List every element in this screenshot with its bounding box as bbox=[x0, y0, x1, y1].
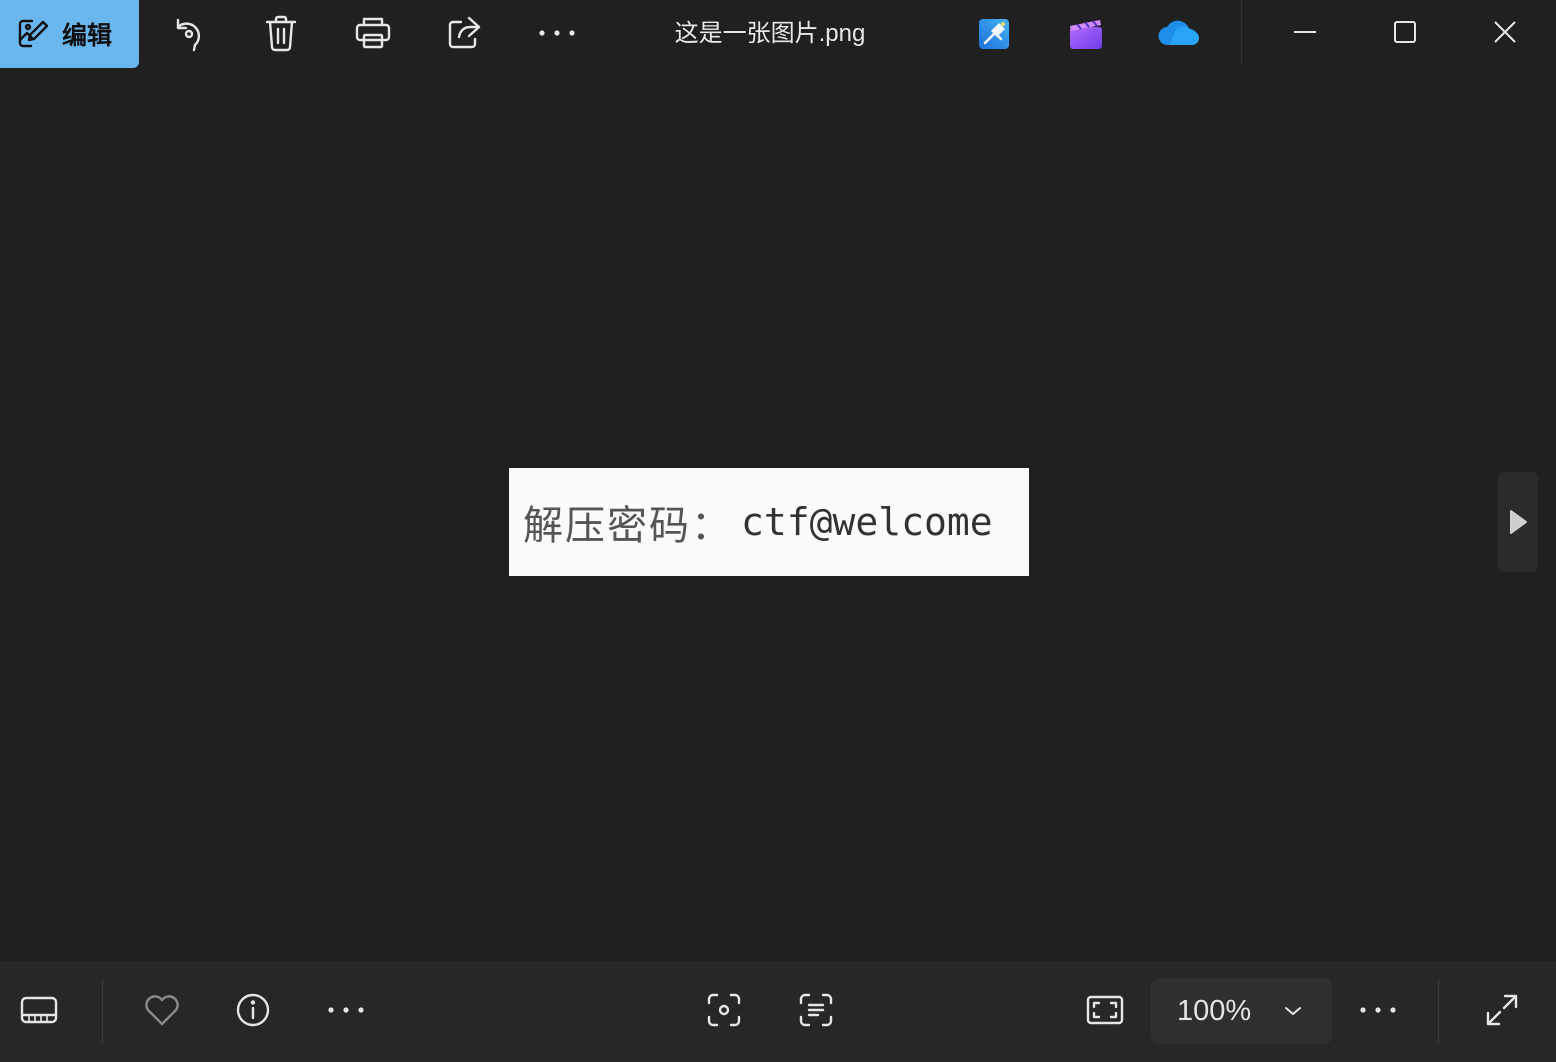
more-options-button[interactable] bbox=[533, 10, 581, 56]
rotate-button[interactable] bbox=[165, 10, 213, 56]
maximize-icon bbox=[1393, 20, 1417, 44]
share-icon bbox=[445, 14, 485, 52]
info-button[interactable] bbox=[227, 985, 279, 1035]
close-icon bbox=[1493, 20, 1517, 44]
fullscreen-button[interactable] bbox=[1476, 985, 1528, 1035]
displayed-image: 解压密码： ctf@welcome bbox=[509, 468, 1029, 576]
print-button[interactable] bbox=[349, 10, 397, 56]
filmstrip-button[interactable] bbox=[13, 985, 65, 1035]
zoom-dropdown[interactable]: 100% bbox=[1151, 978, 1332, 1044]
more-options-bottom-button[interactable] bbox=[320, 985, 372, 1035]
edit-image-icon bbox=[16, 16, 52, 52]
clipchamp-edit-button[interactable] bbox=[972, 12, 1016, 56]
edit-button-label: 编辑 bbox=[62, 21, 113, 50]
image-label-text: 解压密码： bbox=[523, 503, 733, 549]
minimize-button[interactable] bbox=[1270, 8, 1340, 56]
onedrive-button[interactable] bbox=[1156, 12, 1200, 56]
text-scan-icon bbox=[798, 992, 834, 1028]
window-title: 这是一张图片.png bbox=[674, 20, 866, 47]
print-icon bbox=[353, 14, 393, 52]
zoom-value: 100% bbox=[1177, 994, 1252, 1027]
more-icon bbox=[1356, 1004, 1400, 1016]
rotate-icon bbox=[169, 13, 209, 53]
minimize-icon bbox=[1293, 30, 1317, 34]
favorite-icon bbox=[143, 993, 181, 1027]
next-image-button[interactable] bbox=[1498, 472, 1538, 572]
video-editor-icon bbox=[1068, 17, 1104, 51]
fullscreen-icon bbox=[1485, 993, 1519, 1027]
info-icon bbox=[235, 992, 271, 1028]
close-button[interactable] bbox=[1470, 8, 1540, 56]
more-icon bbox=[535, 27, 579, 39]
bottombar-divider bbox=[1438, 979, 1439, 1043]
text-scan-button[interactable] bbox=[790, 985, 842, 1035]
chevron-down-icon bbox=[1283, 1005, 1303, 1017]
image-code-text: ctf@welcome bbox=[741, 500, 993, 544]
bottom-toolbar: 100% bbox=[0, 961, 1556, 1062]
top-toolbar: 编辑 这是一张图片.png bbox=[0, 0, 1556, 68]
play-right-icon bbox=[1507, 508, 1529, 536]
bottombar-divider bbox=[102, 979, 103, 1043]
clipchamp-edit-icon bbox=[977, 17, 1011, 51]
fit-to-window-icon bbox=[1086, 995, 1124, 1025]
visual-search-icon bbox=[706, 992, 742, 1028]
share-button[interactable] bbox=[441, 10, 489, 56]
onedrive-icon bbox=[1156, 19, 1200, 49]
delete-button[interactable] bbox=[257, 10, 305, 56]
image-viewer: 解压密码： ctf@welcome bbox=[0, 68, 1556, 961]
fit-to-window-button[interactable] bbox=[1079, 985, 1131, 1035]
favorite-button[interactable] bbox=[136, 985, 188, 1035]
video-editor-button[interactable] bbox=[1064, 12, 1108, 56]
visual-search-button[interactable] bbox=[698, 985, 750, 1035]
filmstrip-icon bbox=[20, 995, 58, 1025]
more-view-options-button[interactable] bbox=[1352, 985, 1404, 1035]
maximize-button[interactable] bbox=[1370, 8, 1440, 56]
delete-icon bbox=[262, 13, 300, 53]
toolbar-divider bbox=[1241, 0, 1242, 64]
edit-button[interactable]: 编辑 bbox=[0, 0, 139, 68]
more-icon bbox=[324, 1004, 368, 1016]
